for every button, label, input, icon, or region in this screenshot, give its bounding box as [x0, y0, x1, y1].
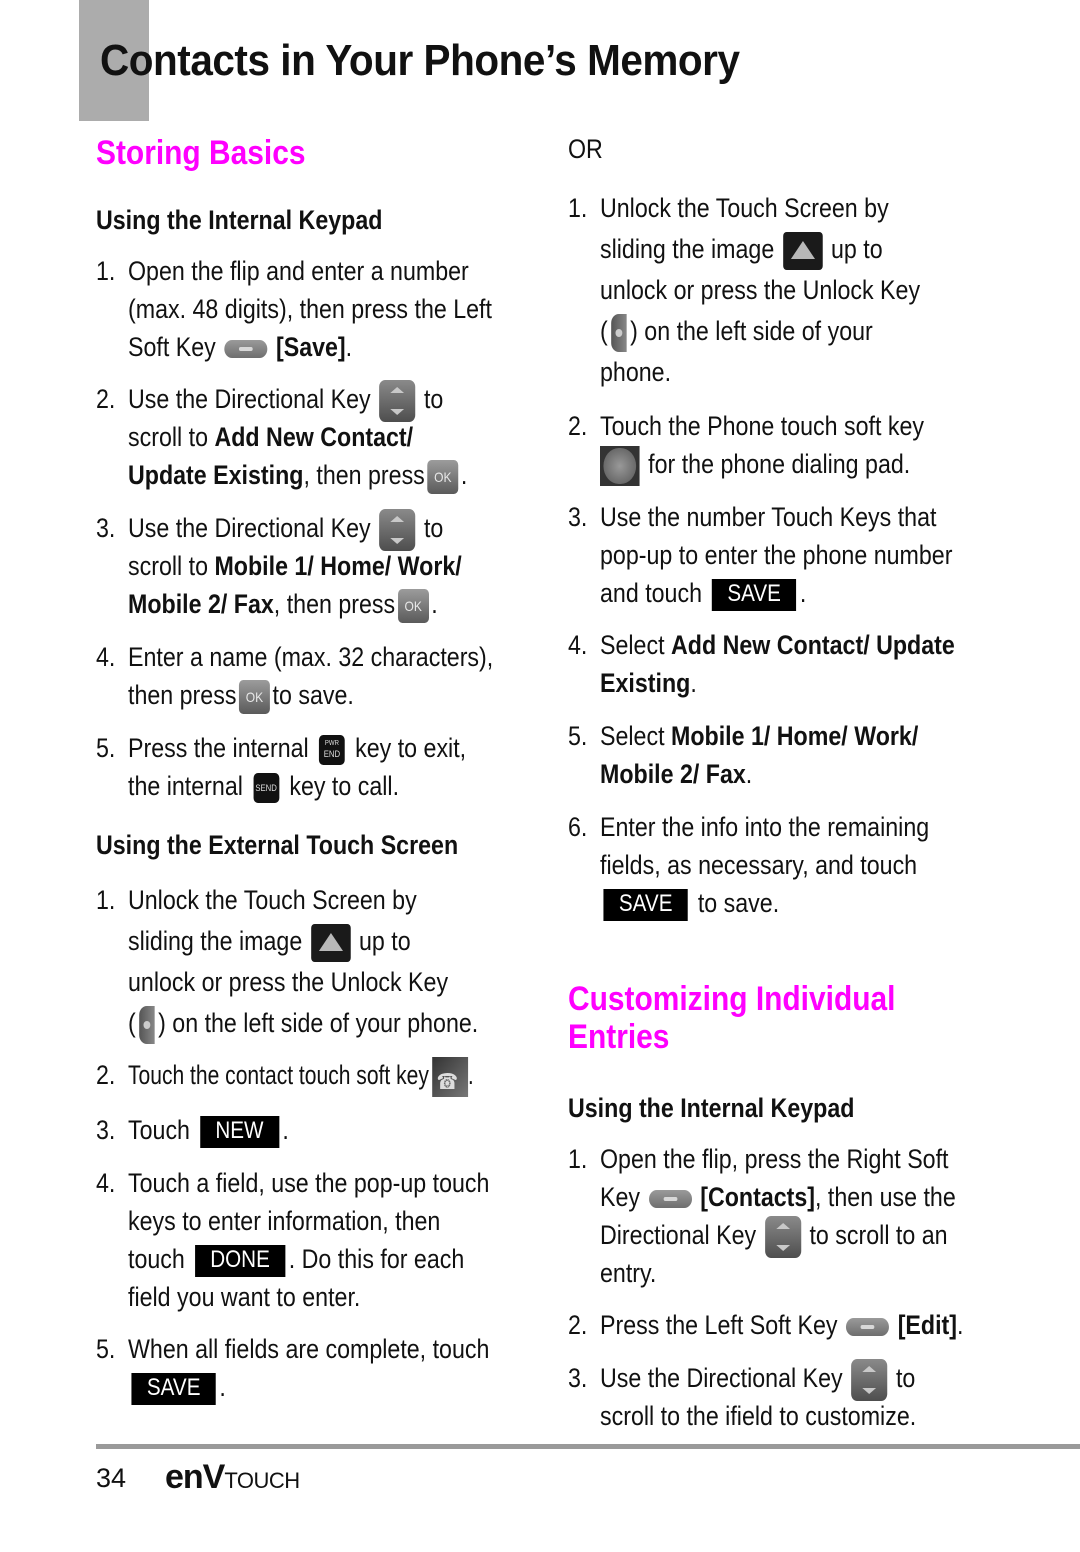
subheading-internal-keypad: Using the Internal Keypad [568, 1093, 855, 1123]
new-button: NEW [199, 1115, 279, 1148]
page-title: Contacts in Your Phone’s Memory [100, 36, 740, 85]
section-heading-storing-basics: Storing Basics [96, 134, 306, 172]
left-soft-key-icon [224, 339, 268, 358]
directional-key-icon [379, 380, 416, 422]
section-heading-customizing: Customizing Individual Entries [568, 980, 896, 1056]
send-key-icon: SEND [253, 772, 280, 803]
subheading-external-touch-screen: Using the External Touch Screen [96, 830, 459, 860]
unlock-slide-icon [782, 231, 823, 270]
ok-key-icon: OK [239, 679, 270, 714]
directional-key-icon [851, 1359, 888, 1401]
left-soft-key-icon [846, 1317, 890, 1336]
phone-soft-key-icon [600, 445, 640, 486]
ok-key-icon: OK [427, 459, 459, 494]
or-label: OR [568, 134, 603, 164]
subheading-internal-keypad: Using the Internal Keypad [96, 205, 383, 235]
page-number: 34 [96, 1463, 127, 1493]
save-button: SAVE [131, 1372, 216, 1405]
right-soft-key-icon [648, 1189, 692, 1208]
save-button: SAVE [603, 888, 688, 921]
save-button: SAVE [711, 578, 797, 611]
contact-soft-key-icon [431, 1056, 468, 1101]
directional-key-icon [379, 509, 416, 551]
directional-key-icon [764, 1216, 801, 1258]
unlock-slide-icon [310, 923, 351, 962]
unlock-key-icon [139, 1005, 155, 1044]
done-button: DONE [194, 1244, 286, 1277]
brand-logo: enVTOUCH [165, 1458, 300, 1496]
unlock-key-icon [611, 313, 627, 352]
footer-divider [96, 1444, 1080, 1449]
ok-key-icon: OK [397, 588, 429, 623]
end-key-icon: PWR END [319, 734, 345, 765]
